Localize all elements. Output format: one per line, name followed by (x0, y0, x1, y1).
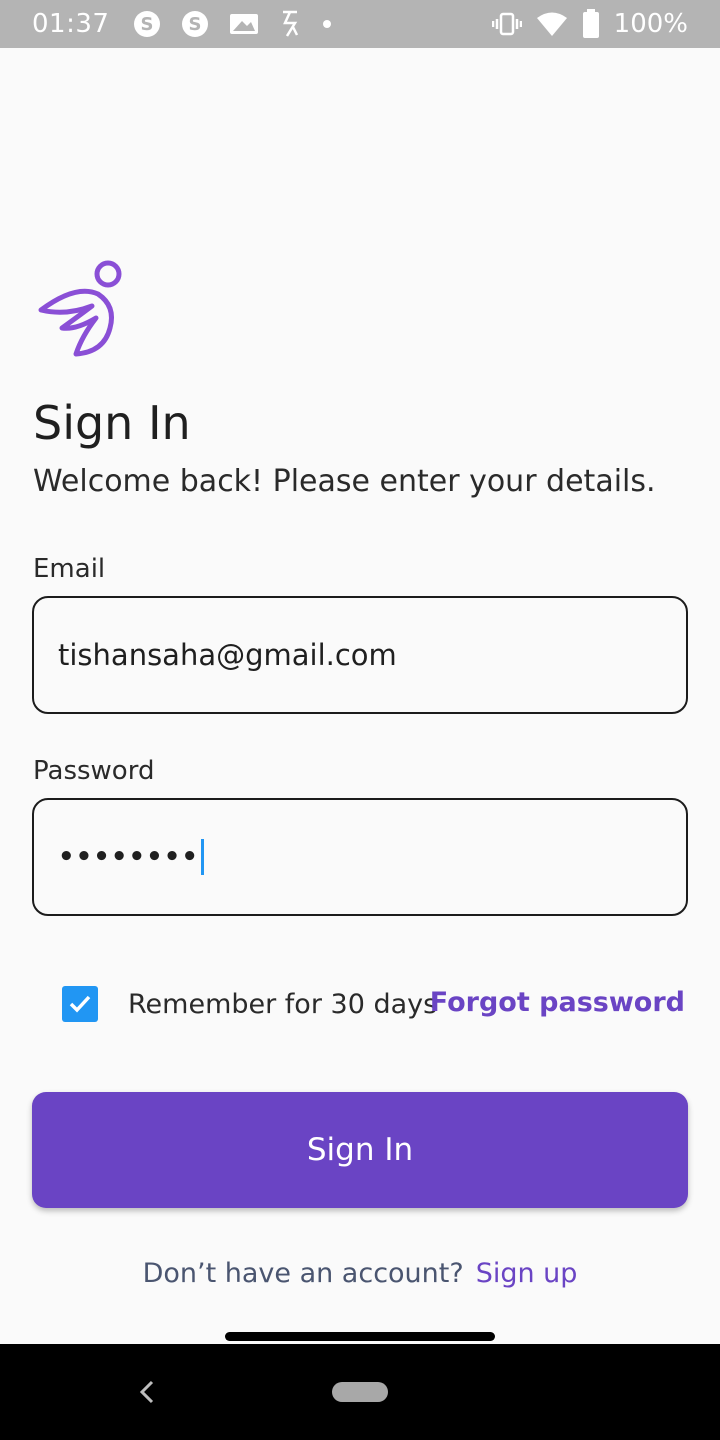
signup-prompt: Don’t have an account? (142, 1258, 464, 1289)
sign-up-link[interactable]: Sign up (476, 1258, 578, 1289)
app-logo (36, 258, 126, 358)
skype-icon: S (181, 10, 209, 38)
remember-me-row: Remember for 30 days (62, 986, 437, 1022)
page-title: Sign In (33, 396, 191, 450)
forgot-password-link[interactable]: Forgot password (430, 987, 685, 1018)
wifi-icon (536, 11, 568, 37)
sign-in-button[interactable]: Sign In (32, 1092, 688, 1208)
password-label: Password (33, 756, 155, 786)
status-notification-icons: S S (133, 9, 333, 39)
navigation-bar (0, 1344, 720, 1440)
signup-row: Don’t have an account? Sign up (0, 1258, 720, 1289)
status-system-icons: 100% (491, 9, 688, 39)
battery-icon (582, 9, 600, 39)
battery-percent: 100% (613, 9, 688, 39)
text-cursor (200, 839, 204, 875)
email-value: tishansaha@gmail.com (58, 638, 397, 672)
remember-label: Remember for 30 days (128, 988, 438, 1020)
home-button[interactable] (332, 1382, 388, 1402)
svg-text:S: S (141, 14, 154, 35)
back-icon[interactable] (136, 1378, 160, 1406)
dot-icon (321, 18, 333, 30)
password-value: •••••••• (58, 842, 199, 872)
page-subtitle: Welcome back! Please enter your details. (33, 464, 656, 499)
svg-text:S: S (189, 14, 202, 35)
email-field[interactable]: tishansaha@gmail.com (32, 596, 688, 714)
remember-checkbox[interactable] (62, 986, 98, 1022)
image-icon (229, 12, 259, 36)
sign-in-screen: 01:37 S S 100% Sign In Welcome back! Ple… (0, 0, 720, 1440)
status-bar: 01:37 S S 100% (0, 0, 720, 48)
skype-icon: S (133, 10, 161, 38)
signal-app-icon (279, 9, 301, 39)
check-icon (69, 995, 91, 1013)
home-indicator-bar (225, 1332, 495, 1341)
vibrate-icon (491, 11, 522, 37)
password-field[interactable]: •••••••• (32, 798, 688, 916)
status-time: 01:37 (32, 9, 110, 39)
email-label: Email (33, 554, 106, 584)
